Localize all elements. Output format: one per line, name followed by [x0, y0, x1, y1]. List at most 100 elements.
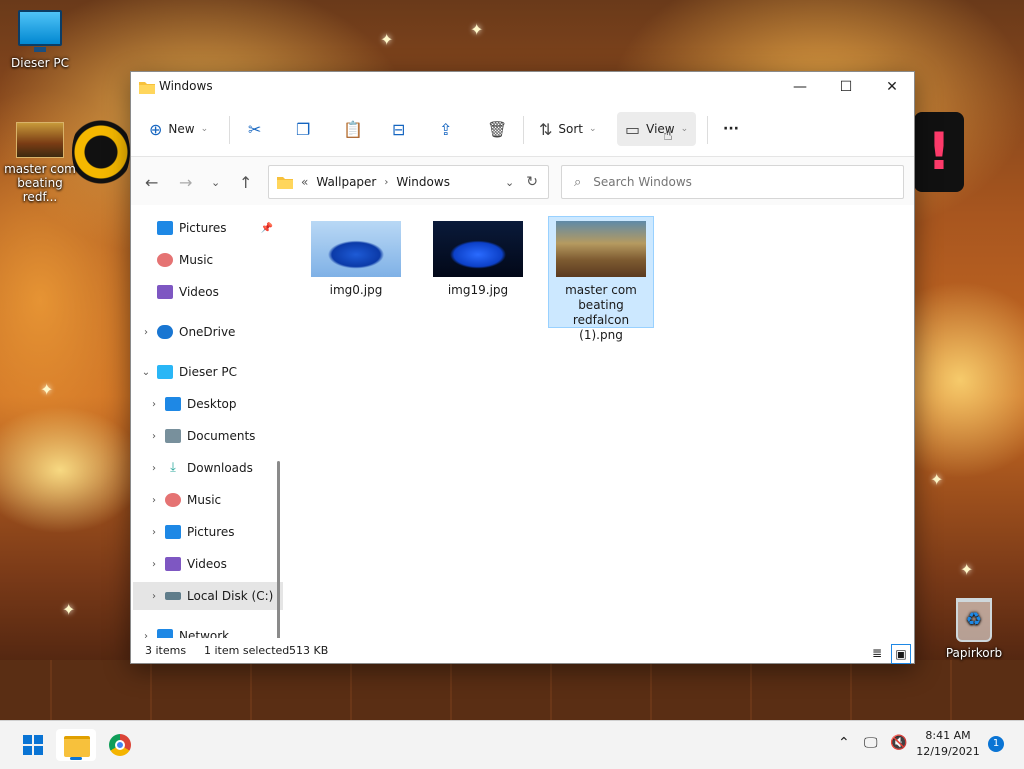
- cloud-icon: [157, 325, 173, 339]
- delete-button[interactable]: 🗑: [487, 112, 507, 146]
- folder-icon: [139, 82, 155, 94]
- chevron-right-icon: ›: [152, 558, 156, 570]
- chevron-right-icon: ›: [152, 526, 156, 538]
- documents-icon: [165, 429, 181, 443]
- desktop-icon-label: Papirkorb: [945, 646, 1003, 660]
- nav-item-onedrive[interactable]: › OneDrive: [139, 318, 235, 346]
- file-tile-selected[interactable]: master com beating redfalcon (1).png: [548, 216, 654, 342]
- start-button[interactable]: [12, 729, 52, 761]
- sort-label: Sort: [558, 122, 584, 136]
- new-button[interactable]: ⊕ New ⌄: [149, 112, 208, 146]
- file-name: img19.jpg: [447, 283, 509, 297]
- chevron-right-icon: ›: [152, 590, 156, 602]
- wallpaper-coin-decoration: [72, 112, 130, 192]
- nav-item-desktop[interactable]: › Desktop: [147, 390, 237, 418]
- taskbar-file-explorer[interactable]: [56, 729, 96, 761]
- desktop-icon-label: Dieser PC: [11, 56, 69, 70]
- address-breadcrumb[interactable]: « Wallpaper › Windows ⌄ ↻: [268, 165, 549, 199]
- delete-icon: 🗑: [487, 119, 508, 139]
- nav-item-downloads[interactable]: › ⤓ Downloads: [147, 454, 253, 482]
- nav-item-label: Music: [179, 253, 214, 267]
- new-icon: ⊕: [149, 119, 163, 139]
- nav-item-label: Pictures: [187, 525, 235, 539]
- maximize-button[interactable]: ☐: [823, 72, 869, 102]
- minimize-button[interactable]: —: [777, 72, 823, 102]
- drive-icon: [165, 592, 181, 600]
- nav-item-documents[interactable]: › Documents: [147, 422, 255, 450]
- notification-badge[interactable]: 1: [988, 736, 1004, 752]
- search-box[interactable]: ⌕: [561, 165, 904, 199]
- back-arrow-icon[interactable]: ←: [145, 173, 158, 192]
- cut-button[interactable]: ✂: [248, 112, 261, 146]
- copy-button[interactable]: ❐: [296, 112, 310, 146]
- nav-item-pictures-quick[interactable]: Pictures 📌: [153, 214, 273, 242]
- nav-pane-scrollbar[interactable]: [277, 461, 280, 638]
- search-icon: ⌕: [574, 174, 582, 190]
- sort-icon: ⇅: [539, 119, 553, 139]
- nav-item-videos-quick[interactable]: Videos: [153, 278, 219, 306]
- status-bar: 3 items 1 item selected 513 KB ≣ ▣: [131, 640, 914, 664]
- view-icon: ▭: [625, 119, 641, 139]
- chevron-right-icon: ›: [152, 462, 156, 474]
- image-thumbnail-icon: [16, 122, 64, 158]
- large-icons-view-icon[interactable]: ▣: [891, 644, 911, 664]
- image-thumbnail: [311, 221, 401, 277]
- address-history-chevron-icon[interactable]: ⌄: [505, 176, 514, 189]
- file-list: img0.jpg img19.jpg master com beating re…: [288, 212, 913, 638]
- up-arrow-icon[interactable]: ↑: [239, 173, 252, 192]
- breadcrumb-windows[interactable]: Windows: [396, 175, 450, 189]
- toolbar-divider: [229, 116, 230, 144]
- nav-item-music-quick[interactable]: Music: [153, 246, 213, 274]
- nav-item-network[interactable]: › Network: [139, 622, 229, 638]
- desktop-icon-screenshot-file[interactable]: master com beating redf...: [0, 122, 80, 204]
- view-button[interactable]: ▭ View ⌄: [617, 112, 697, 146]
- sparkle-icon: ✦: [40, 380, 54, 399]
- file-tile[interactable]: img0.jpg: [304, 217, 408, 298]
- details-view-icon[interactable]: ≣: [868, 644, 886, 662]
- search-input[interactable]: [591, 174, 886, 190]
- chevron-down-icon: ⌄: [141, 366, 151, 378]
- toolbar-divider: [523, 116, 524, 144]
- chevron-right-icon: ›: [152, 398, 156, 410]
- address-bar-row: ← → ⌄ ↑ « Wallpaper › Windows ⌄ ↻ ⌕: [131, 157, 914, 205]
- chevron-right-icon: ›: [152, 494, 156, 506]
- volume-muted-icon[interactable]: 🔇: [890, 735, 907, 751]
- share-button[interactable]: ⇪: [439, 112, 452, 146]
- network-icon: [157, 629, 173, 638]
- title-bar[interactable]: Windows — ☐ ✕: [131, 72, 914, 102]
- nav-item-label: Videos: [179, 285, 219, 299]
- breadcrumb-overflow[interactable]: «: [301, 175, 308, 189]
- breadcrumb-wallpaper[interactable]: Wallpaper: [316, 175, 376, 189]
- paste-button[interactable]: 📋: [343, 112, 363, 146]
- chevron-up-icon[interactable]: ⌃: [838, 735, 850, 751]
- more-options-button[interactable]: ···: [723, 112, 739, 146]
- nav-item-pictures[interactable]: › Pictures: [147, 518, 235, 546]
- window-title: Windows: [159, 79, 213, 93]
- more-icon: ···: [723, 121, 739, 137]
- rename-button[interactable]: ⊟: [392, 112, 405, 146]
- close-button[interactable]: ✕: [869, 72, 915, 102]
- sort-button[interactable]: ⇅ Sort ⌄: [539, 112, 597, 146]
- desktop-icon-recycle-bin[interactable]: ♻ Papirkorb: [934, 598, 1014, 660]
- network-status-icon[interactable]: 🖵: [864, 735, 878, 751]
- nav-item-label: Documents: [187, 429, 256, 443]
- command-bar: ⊕ New ⌄ ✂ ❐ 📋 ⊟ ⇪ 🗑 ⇅ Sort ⌄ ▭ View ⌄ ··…: [131, 102, 914, 157]
- paste-icon: 📋: [343, 119, 363, 139]
- taskbar-chrome[interactable]: [100, 729, 140, 761]
- nav-item-local-disk[interactable]: › Local Disk (C:): [133, 582, 283, 610]
- clock[interactable]: 8:41 AM 12/19/2021: [914, 728, 982, 760]
- nav-item-videos[interactable]: › Videos: [147, 550, 227, 578]
- chevron-right-icon: ›: [384, 176, 389, 188]
- cut-icon: ✂: [248, 119, 262, 139]
- nav-item-music[interactable]: › Music: [147, 486, 221, 514]
- recent-locations-chevron-icon[interactable]: ⌄: [211, 176, 220, 189]
- nav-item-label: Local Disk (C:): [187, 589, 274, 603]
- file-tile[interactable]: img19.jpg: [426, 217, 530, 298]
- forward-arrow-icon[interactable]: →: [179, 173, 192, 192]
- nav-item-this-pc[interactable]: ⌄ Dieser PC: [139, 358, 237, 386]
- refresh-icon[interactable]: ↻: [526, 174, 538, 190]
- desktop-icon-this-pc[interactable]: Dieser PC: [0, 10, 80, 70]
- folder-icon: [277, 177, 293, 189]
- desktop-icon: [165, 397, 181, 411]
- file-name: master com beating redfalcon (1).png: [565, 283, 637, 342]
